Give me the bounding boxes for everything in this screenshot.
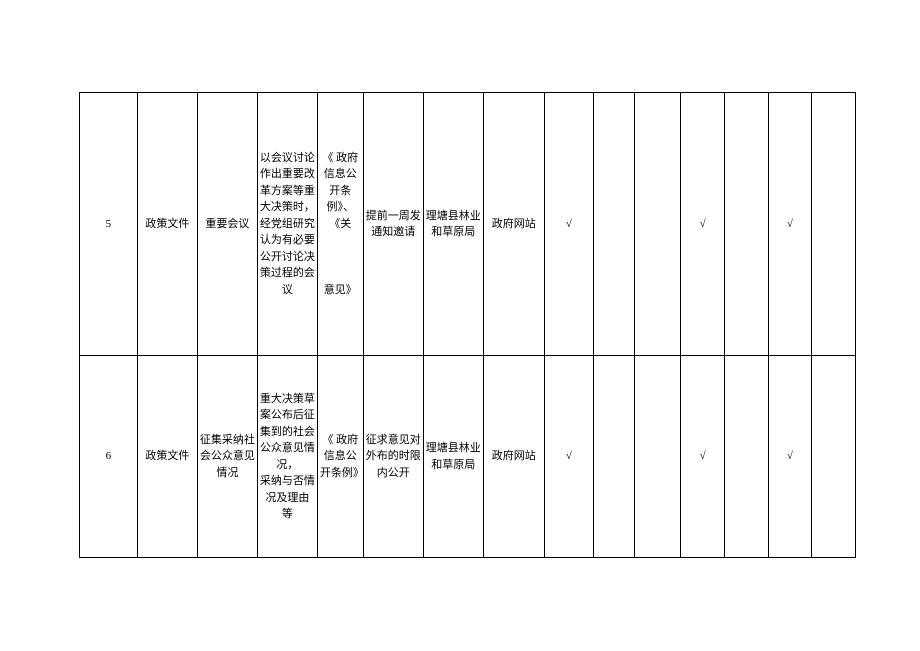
cell-chk5 — [724, 356, 768, 558]
table-row: 6 政策文件 征集采纳社会公众意见情况 重大决策草案公布后征集到的社会公众意见情… — [80, 356, 856, 558]
cell-subject: 理塘县林业和草原局 — [423, 356, 483, 558]
cell-subject: 理塘县林业和草原局 — [423, 93, 483, 356]
cell-channel: 政府网站 — [483, 93, 544, 356]
cell-chk4: √ — [681, 356, 725, 558]
cell-chk3 — [635, 93, 681, 356]
cell-type: 征集采纳社会公众意见情况 — [197, 356, 257, 558]
cell-basis: 《 政府信息公开条例》、《关 意见》 — [317, 93, 363, 356]
table-row: 5 政策文件 重要会议 以会议讨论作出重要改革方案等重大决策时，经党组研究认为有… — [80, 93, 856, 356]
cell-content: 以会议讨论作出重要改革方案等重大决策时，经党组研究认为有必要公开讨论决策过程的会… — [257, 93, 317, 356]
cell-chk7 — [812, 93, 856, 356]
cell-chk4: √ — [681, 93, 725, 356]
cell-chk6: √ — [768, 356, 812, 558]
cell-category: 政策文件 — [137, 93, 197, 356]
cell-chk6: √ — [768, 93, 812, 356]
cell-timing: 提前一周发通知邀请 — [363, 93, 423, 356]
cell-chk5 — [724, 93, 768, 356]
cell-timing: 征求意见对外布的时限内公开 — [363, 356, 423, 558]
cell-channel: 政府网站 — [483, 356, 544, 558]
cell-category: 政策文件 — [137, 356, 197, 558]
cell-chk1: √ — [544, 93, 593, 356]
cell-chk2 — [593, 93, 634, 356]
cell-chk7 — [812, 356, 856, 558]
cell-content: 重大决策草案公布后征集到的社会公众意见情况， 采纳与否情况及理由 等 — [257, 356, 317, 558]
cell-num: 5 — [80, 93, 138, 356]
cell-num: 6 — [80, 356, 138, 558]
cell-type: 重要会议 — [197, 93, 257, 356]
cell-chk2 — [593, 356, 634, 558]
cell-chk3 — [635, 356, 681, 558]
cell-chk1: √ — [544, 356, 593, 558]
disclosure-table: 5 政策文件 重要会议 以会议讨论作出重要改革方案等重大决策时，经党组研究认为有… — [79, 92, 856, 558]
cell-basis: 《 政府信息公开条例》 — [317, 356, 363, 558]
